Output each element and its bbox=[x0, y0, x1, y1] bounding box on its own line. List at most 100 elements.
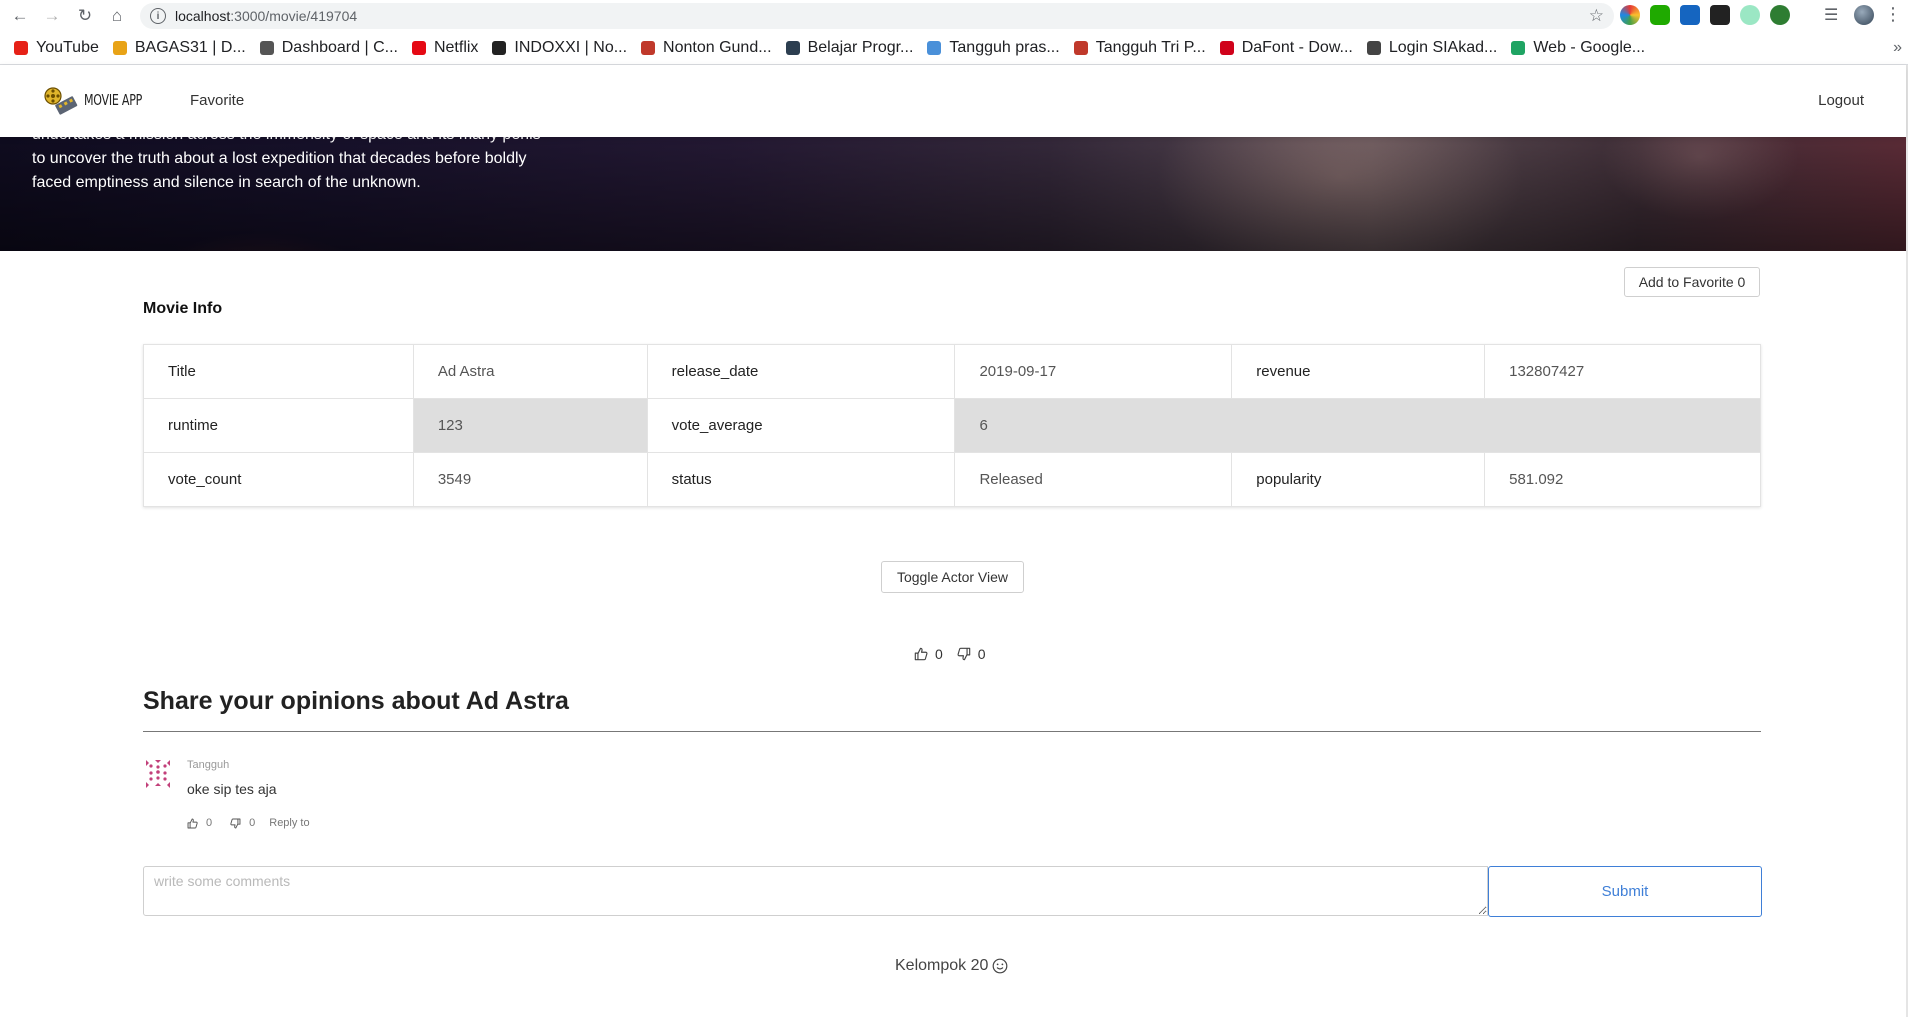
bookmark-item[interactable]: BAGAS31 | D... bbox=[112, 39, 246, 57]
extension-icon[interactable] bbox=[1680, 4, 1700, 25]
bookmark-label: INDOXXI | No... bbox=[514, 39, 628, 56]
comment-author[interactable]: Tangguh bbox=[187, 759, 229, 771]
app-navbar: MOVIE APP Favorite Logout bbox=[0, 65, 1906, 137]
bookmark-item[interactable]: Web - Google... bbox=[1511, 39, 1645, 57]
reload-icon[interactable]: ↻ bbox=[71, 2, 99, 30]
thumbs-up-icon[interactable] bbox=[914, 647, 928, 661]
url-path: :3000/movie/419704 bbox=[230, 8, 358, 24]
movie-like[interactable]: 0 bbox=[914, 646, 943, 662]
bookmark-label: Netflix bbox=[433, 39, 479, 56]
bookmark-favicon-icon bbox=[1219, 41, 1234, 55]
info-value-popularity: 581.092 bbox=[1484, 452, 1761, 507]
bookmark-label: Dashboard | C... bbox=[281, 39, 398, 56]
bookmark-item[interactable]: Belajar Progr... bbox=[785, 39, 914, 57]
info-value-revenue: 132807427 bbox=[1484, 344, 1761, 399]
app-logo[interactable]: MOVIE APP bbox=[42, 85, 155, 115]
movie-dislike[interactable]: 0 bbox=[957, 646, 986, 662]
comment-like-count: 0 bbox=[206, 817, 213, 829]
bookmark-label: Login SIAkad... bbox=[1388, 39, 1498, 56]
avatar bbox=[143, 756, 173, 788]
toggle-actor-view-button[interactable]: Toggle Actor View bbox=[881, 561, 1024, 593]
extension-icon[interactable] bbox=[1650, 4, 1670, 25]
table-row: vote_count 3549 status Released populari… bbox=[143, 452, 1761, 507]
extension-icon[interactable] bbox=[1710, 4, 1730, 25]
bookmark-item[interactable]: Dashboard | C... bbox=[259, 39, 398, 57]
bookmark-star-icon[interactable]: ☆ bbox=[1589, 6, 1604, 26]
bookmark-item[interactable]: INDOXXI | No... bbox=[492, 39, 627, 57]
movie-overview: undertakes a mission across the immensit… bbox=[32, 137, 541, 191]
movie-votes: 0 0 bbox=[914, 646, 1000, 662]
footer: Kelompok 20 bbox=[895, 957, 1008, 975]
bookmark-item[interactable]: Netflix bbox=[411, 39, 479, 57]
movie-dislike-count: 0 bbox=[977, 646, 986, 662]
extension-icon[interactable] bbox=[1770, 4, 1790, 25]
bookmarks-more-icon[interactable]: » bbox=[1893, 39, 1902, 57]
info-value-status: Released bbox=[954, 452, 1233, 507]
address-bar[interactable]: i localhost:3000/movie/419704 ☆ bbox=[140, 3, 1614, 29]
bookmark-item[interactable]: DaFont - Dow... bbox=[1219, 39, 1353, 57]
footer-text: Kelompok 20 bbox=[895, 957, 989, 974]
site-info-icon[interactable]: i bbox=[150, 8, 166, 24]
extension-icon[interactable] bbox=[1620, 4, 1640, 25]
comment-dislike-count: 0 bbox=[249, 817, 256, 829]
thumbs-up-icon[interactable] bbox=[187, 818, 198, 829]
bookmark-label: DaFont - Dow... bbox=[1241, 39, 1353, 56]
comment-like[interactable]: 0 bbox=[187, 817, 212, 829]
movie-info-title: Movie Info bbox=[143, 300, 223, 317]
bookmark-favicon-icon bbox=[411, 41, 426, 55]
bookmark-favicon-icon bbox=[112, 41, 127, 55]
comment-input[interactable] bbox=[143, 866, 1488, 916]
browser-toolbar: ← → ↻ ⌂ i localhost:3000/movie/419704 ☆ … bbox=[0, 0, 1908, 32]
bookmark-favicon-icon bbox=[259, 41, 274, 55]
bookmark-label: BAGAS31 | D... bbox=[134, 39, 246, 56]
smile-icon bbox=[992, 958, 1008, 974]
comments-heading: Share your opinions about Ad Astra bbox=[143, 687, 569, 715]
table-row: runtime 123 vote_average 6 bbox=[143, 398, 1761, 453]
bookmark-label: Tangguh Tri P... bbox=[1095, 39, 1206, 56]
info-label-revenue: revenue bbox=[1231, 344, 1486, 399]
thumbs-down-icon[interactable] bbox=[230, 818, 241, 829]
info-label-vote-count: vote_count bbox=[143, 452, 414, 507]
profile-avatar[interactable] bbox=[1854, 4, 1874, 25]
reply-to-link[interactable]: Reply to bbox=[269, 817, 309, 829]
info-label-title: Title bbox=[143, 344, 414, 399]
nav-favorite-link[interactable]: Favorite bbox=[190, 92, 244, 109]
info-label-status: status bbox=[646, 452, 956, 507]
extension-icon[interactable] bbox=[1740, 4, 1760, 25]
home-icon[interactable]: ⌂ bbox=[103, 2, 131, 30]
bookmark-favicon-icon bbox=[1511, 41, 1526, 55]
bookmark-label: YouTube bbox=[36, 39, 99, 56]
info-label-vote-average: vote_average bbox=[646, 398, 956, 453]
submit-comment-button[interactable]: Submit bbox=[1488, 866, 1762, 917]
menu-icon[interactable]: ⋮ bbox=[1884, 4, 1902, 25]
bookmark-favicon-icon bbox=[785, 41, 800, 55]
bookmark-item[interactable]: Tangguh pras... bbox=[927, 39, 1060, 57]
info-label-popularity: popularity bbox=[1231, 452, 1486, 507]
movie-hero-banner: undertakes a mission across the immensit… bbox=[0, 137, 1906, 251]
bookmark-item[interactable]: Tangguh Tri P... bbox=[1073, 39, 1206, 57]
thumbs-down-icon[interactable] bbox=[957, 647, 971, 661]
film-reel-icon bbox=[42, 85, 80, 115]
comment-text: oke sip tes aja bbox=[187, 781, 277, 797]
comment-dislike[interactable]: 0 bbox=[230, 817, 255, 829]
add-to-favorite-button[interactable]: Add to Favorite 0 bbox=[1624, 267, 1760, 297]
extensions: ☰ ⋮ bbox=[1620, 4, 1902, 25]
forward-icon[interactable]: → bbox=[38, 2, 66, 30]
info-label-runtime: runtime bbox=[143, 398, 414, 453]
bookmark-label: Web - Google... bbox=[1533, 39, 1646, 56]
bookmark-item[interactable]: YouTube bbox=[14, 39, 99, 57]
nav-logout-link[interactable]: Logout bbox=[1818, 92, 1864, 109]
info-label-release-date: release_date bbox=[646, 344, 956, 399]
bookmark-favicon-icon bbox=[927, 41, 942, 55]
bookmark-item[interactable]: Login SIAkad... bbox=[1366, 39, 1498, 57]
table-row: Title Ad Astra release_date 2019-09-17 r… bbox=[143, 344, 1761, 399]
app-logo-text: MOVIE APP bbox=[84, 91, 143, 109]
movie-like-count: 0 bbox=[935, 646, 943, 662]
url-text[interactable]: localhost:3000/movie/419704 bbox=[175, 8, 357, 24]
bookmark-favicon-icon bbox=[1366, 41, 1381, 55]
media-control-icon[interactable]: ☰ bbox=[1824, 5, 1844, 25]
bookmark-favicon-icon bbox=[14, 41, 28, 55]
bookmark-item[interactable]: Nonton Gund... bbox=[641, 39, 772, 57]
back-icon[interactable]: ← bbox=[6, 2, 34, 30]
bookmark-label: Belajar Progr... bbox=[807, 39, 914, 56]
